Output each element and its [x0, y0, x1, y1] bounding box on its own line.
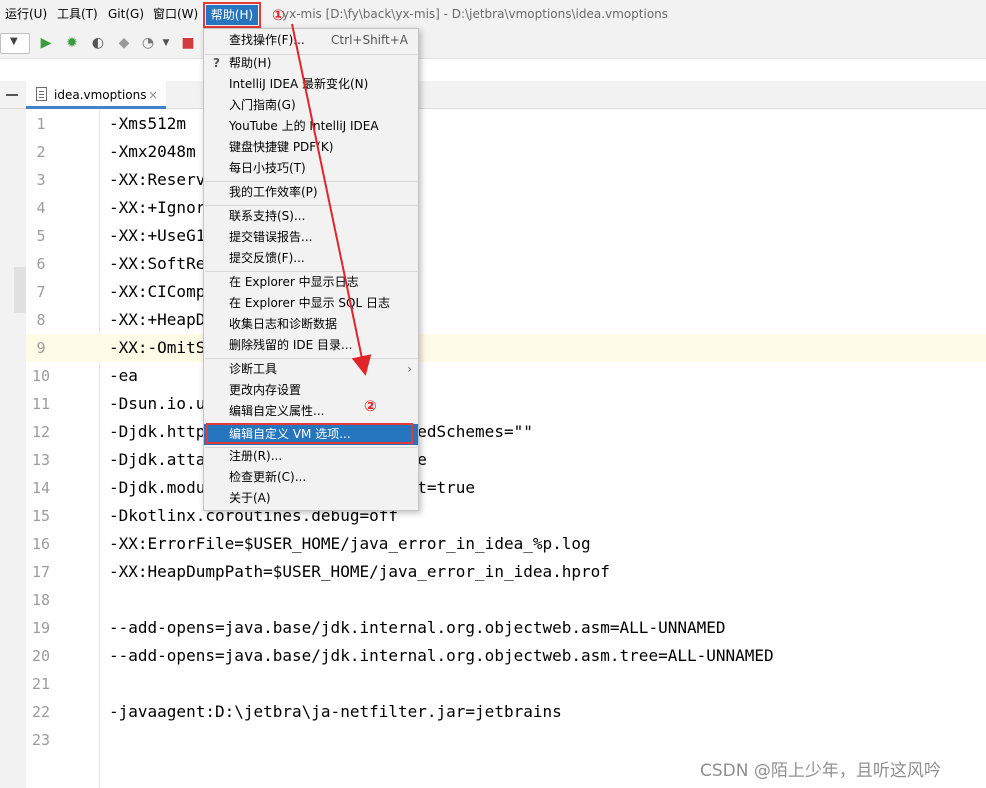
watermark: CSDN @陌上少年，且听这风吟	[700, 761, 941, 781]
arrow-line	[291, 23, 372, 376]
annotation-arrow	[291, 23, 372, 376]
